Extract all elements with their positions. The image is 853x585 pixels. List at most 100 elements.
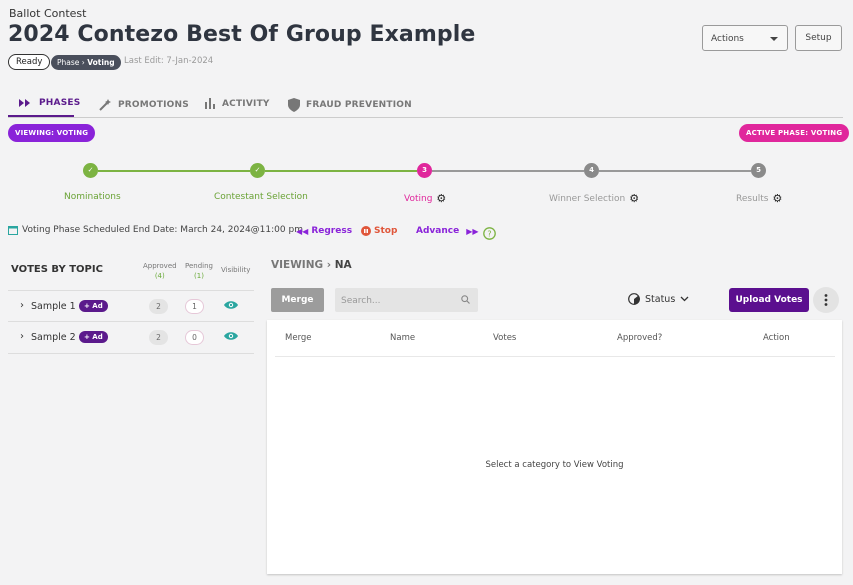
- caret-down-icon: [770, 37, 778, 41]
- kebab-menu-icon: [824, 294, 828, 306]
- tab-fraud-prevention[interactable]: FRAUD PREVENTION: [288, 98, 412, 112]
- regress-button[interactable]: ◀◀ Regress: [296, 226, 352, 236]
- approved-count: 2: [149, 299, 168, 314]
- tab-activity[interactable]: ACTIVITY: [204, 98, 270, 109]
- search-box: [335, 288, 478, 313]
- actions-label: Actions: [711, 34, 744, 44]
- step-voting-label[interactable]: Voting ⚙: [404, 192, 446, 205]
- last-edit-label: Last Edit: 7-Jan-2024: [124, 56, 214, 66]
- pending-count: 1: [185, 299, 204, 314]
- search-icon: [461, 295, 470, 304]
- topic-row[interactable]: › Sample 1 + Ad 2 1: [8, 290, 254, 322]
- contest-type-label: Ballot Contest: [9, 7, 87, 20]
- add-badge[interactable]: + Ad: [79, 331, 108, 343]
- advance-button[interactable]: Advance ▶▶: [416, 226, 479, 236]
- column-header-action: Action: [763, 333, 790, 343]
- status-filter-dropdown[interactable]: Status: [628, 293, 689, 305]
- actions-dropdown[interactable]: Actions: [702, 25, 788, 51]
- regress-label: Regress: [311, 226, 353, 236]
- breadcrumb: VIEWING › NA: [271, 259, 352, 271]
- status-badge: Ready: [8, 54, 51, 70]
- pending-count: 0: [185, 330, 204, 345]
- tab-promotions[interactable]: PROMOTIONS: [98, 98, 189, 112]
- step-voting-text: Voting: [404, 193, 433, 204]
- empty-state-message: Select a category to View Voting: [485, 460, 624, 470]
- step-contestant-selection-text: Contestant Selection: [214, 192, 308, 202]
- stop-icon: [361, 226, 371, 236]
- breadcrumb-current: NA: [334, 259, 352, 271]
- step-winner-selection-marker[interactable]: 4: [584, 163, 599, 178]
- phase-badge-prefix: Phase: [57, 58, 80, 67]
- column-header-approved: Approved?: [617, 333, 663, 343]
- gear-icon[interactable]: ⚙: [773, 192, 783, 205]
- status-filter-label: Status: [645, 293, 676, 305]
- shield-icon: [288, 98, 300, 112]
- step-voting-marker[interactable]: 3: [417, 163, 432, 178]
- phase-badge: Phase › Voting: [51, 55, 121, 70]
- approved-count: 2: [149, 330, 168, 345]
- chevron-down-icon: [680, 296, 689, 302]
- step-nominations-label[interactable]: Nominations: [64, 192, 121, 202]
- search-input[interactable]: [335, 289, 455, 313]
- pending-column-header: Pending (1): [185, 261, 213, 281]
- topic-name: Sample 2: [31, 332, 76, 343]
- bar-chart-icon: [205, 98, 215, 109]
- schedule-row: Voting Phase Scheduled End Date: March 2…: [8, 225, 303, 235]
- chevron-right-icon[interactable]: ›: [20, 331, 24, 342]
- topic-row[interactable]: › Sample 2 + Ad 2 0: [8, 322, 254, 354]
- tab-fraud-prevention-label: FRAUD PREVENTION: [306, 100, 412, 110]
- tab-activity-label: ACTIVITY: [222, 98, 270, 109]
- step-connector: [98, 170, 250, 172]
- active-tab-indicator: [8, 115, 74, 117]
- pending-header-count: (1): [194, 272, 204, 280]
- step-results-text: Results: [736, 193, 769, 204]
- step-results-label[interactable]: Results ⚙: [736, 192, 782, 205]
- table-header-divider: [275, 356, 835, 357]
- step-results-marker[interactable]: 5: [751, 163, 766, 178]
- svg-text:?: ?: [487, 230, 491, 239]
- chevron-right-icon: ›: [326, 259, 335, 271]
- votes-table-panel: [267, 320, 842, 574]
- approved-header-label: Approved: [143, 262, 177, 270]
- tab-bar: PHASES PROMOTIONS ACTIVITY FRAUD PREVENT…: [8, 94, 843, 118]
- tab-promotions-label: PROMOTIONS: [118, 100, 189, 110]
- step-connector: [599, 170, 751, 172]
- step-nominations-text: Nominations: [64, 192, 121, 202]
- stop-label: Stop: [374, 226, 398, 236]
- step-contestant-selection-marker[interactable]: ✓: [250, 163, 265, 178]
- rewind-icon: ◀◀: [296, 226, 309, 236]
- visibility-column-header: Visibility: [221, 266, 251, 274]
- add-badge[interactable]: + Ad: [79, 300, 108, 312]
- upload-votes-button[interactable]: Upload Votes: [729, 288, 809, 312]
- merge-button[interactable]: Merge: [271, 288, 324, 312]
- stop-button[interactable]: Stop: [361, 226, 397, 236]
- step-nominations-marker[interactable]: ✓: [83, 163, 98, 178]
- gear-icon[interactable]: ⚙: [436, 192, 446, 205]
- viewing-phase-pill: VIEWING: VOTING: [8, 124, 96, 142]
- step-winner-selection-label[interactable]: Winner Selection ⚙: [549, 192, 639, 205]
- help-icon[interactable]: ?: [483, 225, 496, 244]
- approved-column-header: Approved (4): [143, 261, 177, 281]
- setup-button[interactable]: Setup: [795, 25, 842, 51]
- status-icon: [628, 293, 640, 305]
- schedule-end-date: Voting Phase Scheduled End Date: March 2…: [22, 225, 303, 235]
- gear-icon[interactable]: ⚙: [629, 192, 639, 205]
- chevron-right-icon[interactable]: ›: [20, 300, 24, 311]
- tab-phases[interactable]: PHASES: [19, 98, 80, 108]
- double-chevron-icon: [19, 99, 30, 107]
- topic-name: Sample 1: [31, 301, 76, 312]
- step-connector: [432, 170, 584, 172]
- tab-phases-label: PHASES: [39, 98, 81, 108]
- step-winner-selection-text: Winner Selection: [549, 193, 626, 204]
- column-header-votes: Votes: [493, 333, 517, 343]
- eye-icon[interactable]: [224, 331, 238, 341]
- column-header-merge: Merge: [285, 333, 312, 343]
- phase-badge-value: Voting: [87, 58, 115, 67]
- approved-header-count: (4): [154, 272, 165, 280]
- more-options-button[interactable]: [813, 287, 839, 313]
- step-contestant-selection-label[interactable]: Contestant Selection: [214, 192, 308, 202]
- breadcrumb-root[interactable]: VIEWING: [271, 259, 323, 271]
- eye-icon[interactable]: [224, 300, 238, 310]
- advance-label: Advance: [416, 226, 460, 236]
- calendar-icon: [8, 226, 18, 235]
